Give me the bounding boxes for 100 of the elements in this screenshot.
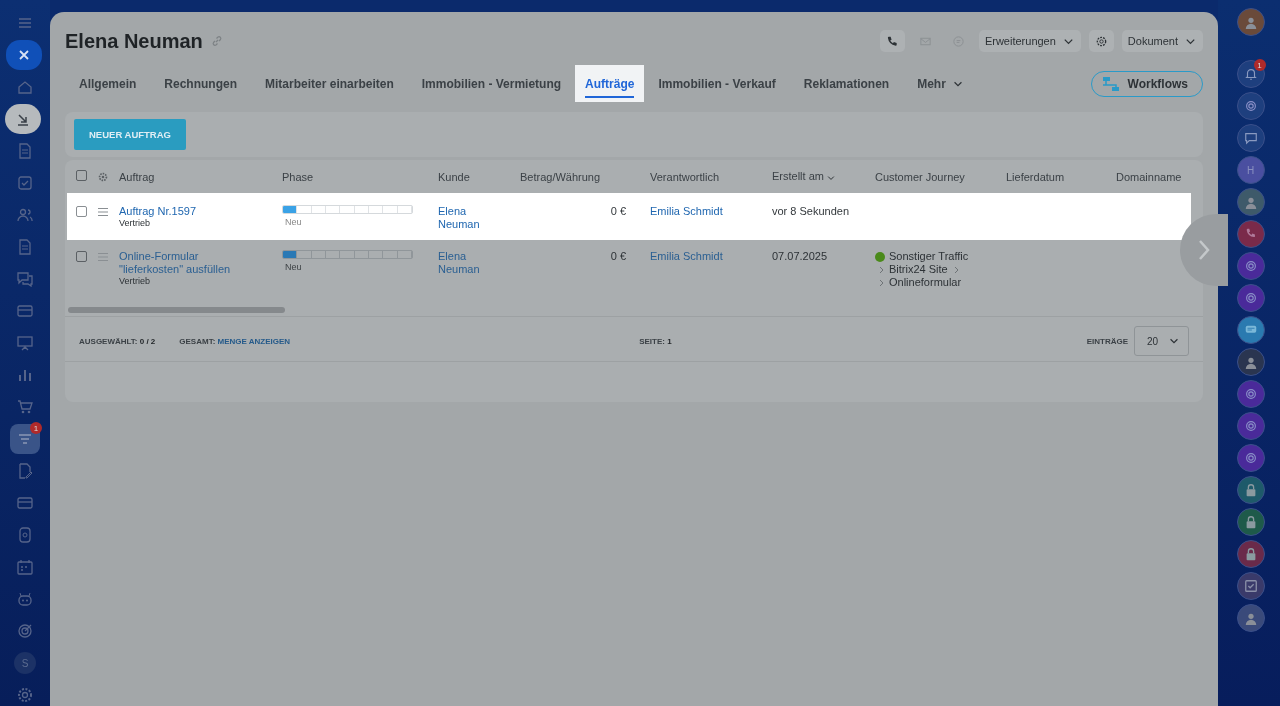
document-icon <box>17 143 33 159</box>
menu-icon <box>17 15 33 31</box>
tab[interactable]: Mehr <box>903 65 978 102</box>
journey-step: Bitrix24 Site <box>889 263 948 276</box>
settings-button[interactable] <box>1088 30 1114 52</box>
sidebar-chat[interactable] <box>1236 604 1265 632</box>
sidebar-item[interactable] <box>5 104 41 134</box>
customer-link[interactable]: Elena Neuman <box>438 205 510 231</box>
calendar-icon <box>17 559 33 575</box>
total-label: GESAMT: <box>179 336 217 346</box>
close-button[interactable] <box>6 40 42 70</box>
document-button[interactable]: Dokument <box>1121 30 1203 52</box>
order-link[interactable]: Auftrag Nr.1597 <box>119 205 249 218</box>
column-header[interactable]: Betrag/Währung <box>520 170 650 183</box>
sidebar-chat[interactable] <box>1236 252 1265 280</box>
tab[interactable]: Immobilien - Vermietung <box>407 65 576 102</box>
column-header[interactable]: Lieferdatum <box>1006 170 1116 183</box>
phone-button[interactable] <box>879 30 905 52</box>
scrollbar-thumb[interactable] <box>68 306 285 313</box>
sidebar-chat[interactable] <box>1236 540 1265 568</box>
row-checkbox[interactable] <box>76 251 87 262</box>
sidebar-chat[interactable] <box>1236 508 1265 536</box>
tab[interactable]: Allgemein <box>65 65 151 102</box>
responsible-link[interactable]: Emilia Schmidt <box>650 205 772 218</box>
order-link[interactable]: Online-Formular "lieferkosten" ausfüllen <box>119 250 249 276</box>
swirl-icon <box>1243 291 1258 305</box>
workflow-icon <box>1101 75 1120 92</box>
tab[interactable]: Aufträge <box>575 65 645 102</box>
column-header[interactable]: Phase <box>282 170 438 183</box>
column-header[interactable]: Domainname <box>1116 170 1191 183</box>
bell-icon <box>1243 67 1258 81</box>
phase-bar[interactable] <box>282 250 413 259</box>
phase-label: Neu <box>285 217 303 227</box>
sidebar-chat[interactable]: 1 <box>1236 60 1265 88</box>
sidebar-chat[interactable] <box>1236 220 1265 248</box>
sidebar-chat[interactable] <box>1236 284 1265 312</box>
sidebar-chat[interactable] <box>1236 316 1265 344</box>
sidebar-chat[interactable] <box>1236 476 1265 504</box>
extensions-button[interactable]: Erweiterungen <box>978 30 1081 52</box>
next-button[interactable] <box>1180 214 1228 286</box>
drag-handle-icon <box>97 252 109 262</box>
people-icon <box>17 207 33 223</box>
chat-icon <box>1243 131 1258 145</box>
sidebar-chat[interactable] <box>1236 8 1265 36</box>
notification-badge: 1 <box>30 422 42 434</box>
sidebar-chat[interactable] <box>1236 348 1265 376</box>
page-number: SEITE: 1 <box>639 336 672 346</box>
settings-icon <box>1094 34 1108 48</box>
customer-link[interactable]: Elena Neuman <box>438 250 510 276</box>
card-icon <box>17 303 33 319</box>
drag-handle-icon <box>97 207 109 217</box>
document-icon <box>17 239 33 255</box>
row-checkbox[interactable] <box>76 206 87 217</box>
card-icon <box>17 495 33 511</box>
sidebar-chat[interactable] <box>1236 572 1265 600</box>
sidebar-chat[interactable] <box>1236 444 1265 472</box>
journey-step: Onlineformular <box>889 276 962 289</box>
journey-step: Sonstiger Traffic <box>889 250 969 263</box>
sidebar-chat[interactable] <box>1236 92 1265 120</box>
task-icon <box>1243 579 1258 593</box>
amount-text: 0 € <box>609 250 627 262</box>
swirl-icon <box>1243 419 1258 433</box>
column-header[interactable]: Auftrag <box>119 170 282 183</box>
show-count-link[interactable]: MENGE ANZEIGEN <box>217 336 291 346</box>
sidebar-chat[interactable] <box>1236 380 1265 408</box>
swirl-icon <box>1243 387 1258 401</box>
avatar-icon <box>1243 355 1258 369</box>
presentation-icon <box>17 335 33 351</box>
sidebar-item[interactable]: 1 <box>10 424 40 454</box>
column-header[interactable]: Verantwortlich <box>650 170 772 183</box>
sidebar-chat[interactable] <box>1236 188 1265 216</box>
arrow-icon <box>15 111 31 127</box>
avatar-icon <box>1243 195 1258 209</box>
device-icon <box>17 527 33 543</box>
swirl-icon <box>1243 451 1258 465</box>
chevron-right-icon <box>1198 239 1210 261</box>
page-size-select[interactable]: 20 <box>1134 326 1189 356</box>
column-header[interactable]: Erstellt am <box>772 170 875 183</box>
sidebar-chat[interactable] <box>1236 124 1265 152</box>
tab[interactable]: Reklamationen <box>789 65 904 102</box>
phone-icon <box>885 34 899 48</box>
target-icon <box>17 623 33 639</box>
tab[interactable]: Immobilien - Verkauf <box>644 65 790 102</box>
swirl-icon <box>1243 259 1258 273</box>
amount-text: 0 € <box>609 205 627 217</box>
tab[interactable]: Mitarbeiter einarbeiten <box>251 65 408 102</box>
column-header[interactable]: Kunde <box>438 170 520 183</box>
link-icon[interactable] <box>210 35 223 47</box>
column-header[interactable]: Customer Journey <box>875 170 1006 183</box>
responsible-link[interactable]: Emilia Schmidt <box>650 250 772 263</box>
document-edit-icon <box>17 463 33 479</box>
sidebar-chat[interactable] <box>1236 412 1265 440</box>
created-date: 07.07.2025 <box>772 250 829 262</box>
settings-icon <box>97 170 109 183</box>
house-icon <box>17 79 33 95</box>
checkbox-icon <box>17 175 33 191</box>
avatar-icon <box>1243 15 1258 29</box>
new-order-button[interactable]: NEUER AUFTRAG <box>74 119 186 150</box>
select-all-checkbox[interactable] <box>76 170 87 181</box>
tab[interactable]: Rechnungen <box>150 65 252 102</box>
